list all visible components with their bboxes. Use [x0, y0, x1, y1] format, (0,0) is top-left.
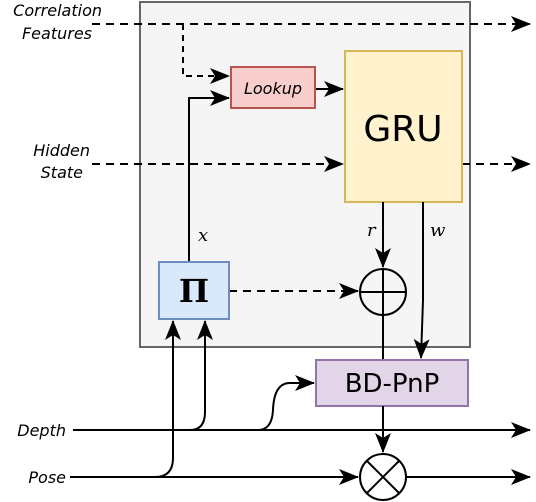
sum-operator — [359, 268, 407, 316]
hidden-label-line2: State — [41, 163, 84, 182]
lookup-label: Lookup — [244, 79, 302, 98]
r-label: r — [367, 220, 377, 241]
correlation-label-line2: Features — [22, 24, 92, 43]
correlation-label-line1: Correlation — [13, 1, 102, 20]
w-label: w — [430, 220, 446, 241]
gru-label: GRU — [363, 109, 442, 150]
depth-to-bdpnp-edge — [257, 375, 315, 431]
diagram: Lookup GRU x r w Π BD-PnP Correlation Fe… — [13, 1, 531, 501]
pose-label: Pose — [28, 468, 66, 487]
product-operator — [359, 453, 407, 501]
depth-label: Depth — [17, 421, 66, 440]
hidden-label-line1: Hidden — [33, 141, 90, 160]
projection-label: Π — [179, 272, 209, 310]
bdpnp-label: BD-PnP — [345, 369, 440, 399]
x-label: x — [198, 225, 208, 246]
